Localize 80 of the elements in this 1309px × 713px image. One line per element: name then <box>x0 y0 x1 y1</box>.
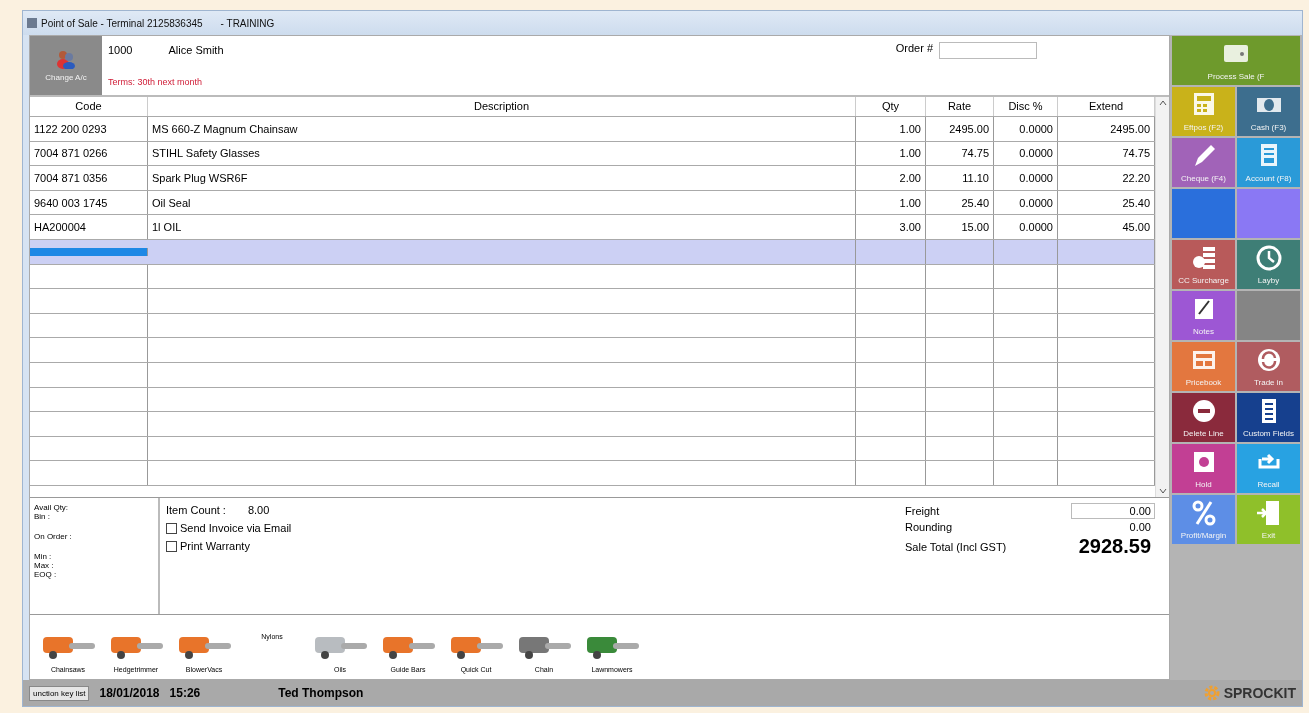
stock-label: Max : <box>34 561 55 570</box>
people-icon <box>55 49 77 69</box>
item-count-label: Item Count : <box>166 504 226 516</box>
rounding-label: Rounding <box>905 521 954 533</box>
table-row[interactable]: 1122 200 0293 MS 660-Z Magnum Chainsaw 1.00 2495.00 0.0000 2495.00 <box>30 117 1155 142</box>
table-cell: 2.00 <box>856 166 926 190</box>
table-cell: 2495.00 <box>926 117 994 141</box>
function-tile[interactable]: Hold <box>1172 444 1235 493</box>
table-row[interactable]: 9640 003 1745 Oil Seal 1.00 25.40 0.0000 25.40 <box>30 190 1155 216</box>
app-icon <box>27 18 37 28</box>
order-number-label: Order # <box>895 42 933 54</box>
table-cell: 3.00 <box>856 215 926 239</box>
sale-total-value: 2928.59 <box>1077 535 1152 558</box>
user-name: Ted Thompson <box>278 686 364 700</box>
training-mode-label: - TRAINING <box>220 17 275 29</box>
checkbox-label[interactable]: Send Invoice via Email <box>180 522 292 534</box>
stock-label: On Order : <box>34 532 73 541</box>
table-row[interactable]: 7004 871 0266 STIHL Safety Glasses 1.00 74.75 0.0000 74.75 <box>30 141 1155 167</box>
column-header[interactable]: Disc % <box>994 97 1058 116</box>
table-cell: 1.00 <box>856 117 926 141</box>
table-cell: HA200004 <box>30 215 148 239</box>
table-cell: 0.0000 <box>994 215 1058 239</box>
table-cell: 1122 200 0293 <box>30 117 148 141</box>
customer-name: Alice Smith <box>168 44 224 56</box>
table-cell: 25.40 <box>926 190 994 215</box>
column-header[interactable]: Description <box>148 97 856 116</box>
payment-terms: Terms: 30th next month <box>108 77 204 87</box>
table-cell: 0.0000 <box>994 166 1058 190</box>
order-number-field[interactable] <box>939 42 1037 59</box>
table-cell: 74.75 <box>926 141 994 166</box>
table-cell: 0.0000 <box>994 190 1058 215</box>
function-tile[interactable]: Custom Fields <box>1237 393 1300 442</box>
column-header[interactable]: Code <box>30 97 148 116</box>
table-cell: 7004 871 0356 <box>30 166 148 190</box>
status-time: 15:26 <box>169 686 201 700</box>
stock-label: Min : <box>34 552 53 561</box>
column-header[interactable]: Rate <box>926 97 994 116</box>
stock-label: Avail Qty: <box>34 503 70 512</box>
table-cell: 0.0000 <box>994 141 1058 166</box>
rounding-value: 0.00 <box>1128 521 1152 533</box>
sale-total-label: Sale Total (Incl GST) <box>905 540 1008 553</box>
status-date: 18/01/2018 <box>99 686 160 700</box>
scroll-up-icon[interactable] <box>1158 100 1167 106</box>
brand-logo: SPROCKIT <box>1223 685 1296 701</box>
function-tile[interactable]: Notes <box>1172 291 1235 340</box>
function-tile[interactable]: Cheque (F4) <box>1172 138 1235 187</box>
window-title: Point of Sale - Terminal 2125836345 <box>41 17 203 29</box>
account-number: 1000 <box>108 44 133 56</box>
table-cell: MS 660-Z Magnum Chainsaw <box>148 117 856 141</box>
function-tile[interactable]: Cash (F3) <box>1237 87 1300 136</box>
table-cell: 11.10 <box>926 166 994 190</box>
freight-field[interactable]: 0.00 <box>1071 503 1155 519</box>
table-cell: 1.00 <box>856 141 926 166</box>
table-cell: 15.00 <box>926 215 994 239</box>
function-tile[interactable]: Delete Line <box>1172 393 1235 442</box>
column-header[interactable]: Qty <box>856 97 926 116</box>
table-cell: STIHL Safety Glasses <box>148 141 856 166</box>
gear-icon <box>1202 684 1221 702</box>
checkbox[interactable] <box>166 540 177 552</box>
table-row[interactable]: HA200004 1l OIL 3.00 15.00 0.0000 45.00 <box>30 215 1155 240</box>
checkbox-label[interactable]: Print Warranty <box>180 540 250 552</box>
table-cell: Oil Seal <box>148 190 856 215</box>
checkbox[interactable] <box>166 522 177 534</box>
stock-label: EOQ : <box>34 570 58 579</box>
table-cell: 0.0000 <box>994 117 1058 141</box>
function-tile[interactable]: CC Surcharge <box>1172 240 1235 289</box>
table-cell: 1.00 <box>856 190 926 215</box>
vertical-scrollbar[interactable] <box>1155 97 1169 497</box>
table-cell: Spark Plug WSR6F <box>148 166 856 190</box>
function-tile[interactable]: Layby <box>1237 240 1300 289</box>
table-cell: 1l OIL <box>148 215 856 239</box>
function-tile[interactable]: Trade in <box>1237 342 1300 391</box>
stock-label: Bin : <box>34 512 51 521</box>
scroll-down-icon[interactable] <box>1158 488 1167 494</box>
item-count-value: 8.00 <box>247 504 270 516</box>
freight-label: Freight <box>905 505 941 517</box>
table-row[interactable]: 7004 871 0356 Spark Plug WSR6F 2.00 11.10 0.0000 22.20 <box>30 166 1155 191</box>
function-key-list-button[interactable]: unction key list <box>29 685 90 701</box>
table-cell: 9640 003 1745 <box>30 190 148 215</box>
table-cell: 7004 871 0266 <box>30 141 148 166</box>
